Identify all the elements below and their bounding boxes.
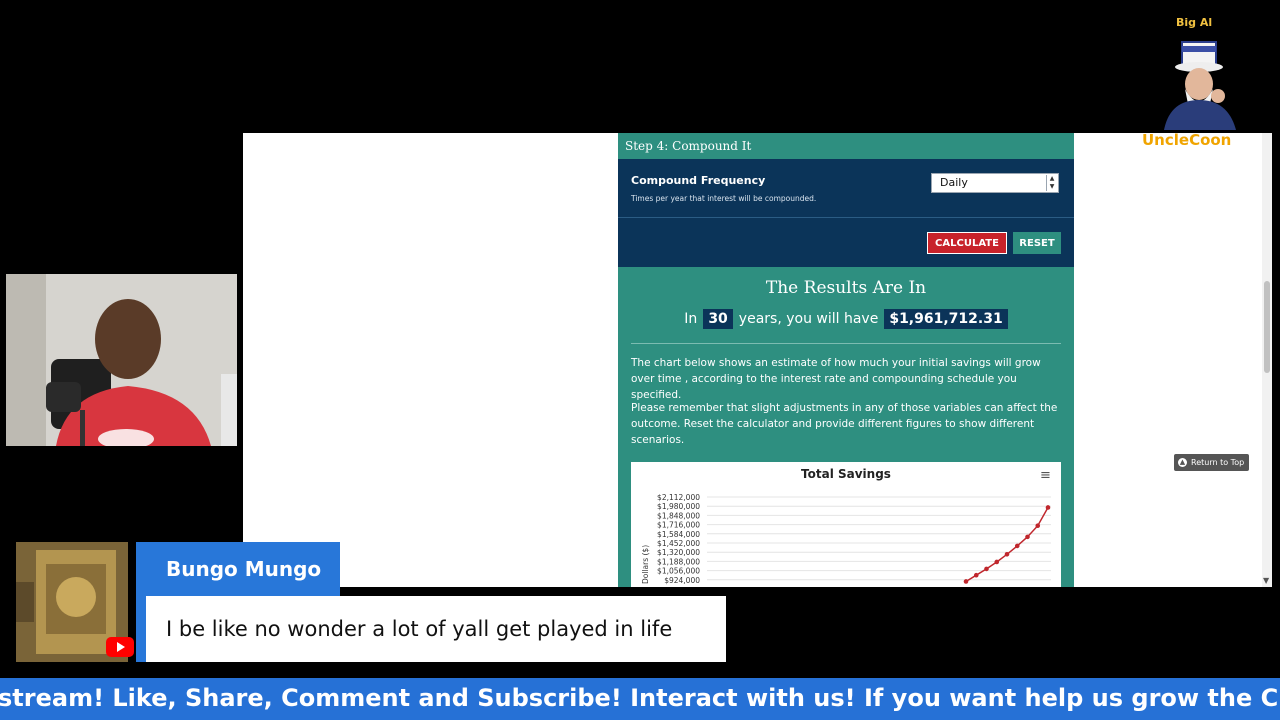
results-prefix: In <box>684 311 698 327</box>
arrow-up-icon: ▲ <box>1178 458 1187 467</box>
chart-y-tick-label: $924,000 <box>664 576 700 585</box>
frequency-selected-value: Daily <box>940 176 968 189</box>
return-to-top-button[interactable]: ▲ Return to Top <box>1174 454 1249 471</box>
chart-y-tick-label: $1,716,000 <box>657 521 700 530</box>
calculate-button[interactable]: CALCULATE <box>927 232 1007 254</box>
results-divider <box>631 343 1061 344</box>
results-paragraph-1: The chart below shows an estimate of how… <box>631 357 1041 401</box>
chart-point[interactable] <box>1035 523 1041 529</box>
streamer-video-frame <box>6 274 237 446</box>
frequency-row: Compound Frequency Times per year that i… <box>618 159 1074 218</box>
select-arrows-icon: ▲ ▼ <box>1046 175 1057 191</box>
ticker-bar: stream! Like, Share, Comment and Subscri… <box>0 678 1280 720</box>
results-middle: years, you will have <box>738 311 879 327</box>
uncle-sam-logo <box>1164 41 1236 130</box>
results-years: 30 <box>703 309 733 329</box>
chart-y-tick-label: $1,056,000 <box>657 567 700 576</box>
chat-message: I be like no wonder a lot of yall get pl… <box>146 596 726 662</box>
chart-y-axis-label: Dollars ($) <box>641 545 650 584</box>
results-summary: In 30 years, you will have $1,961,712.31 <box>618 309 1074 329</box>
chart-y-tick-label: $1,188,000 <box>657 557 700 566</box>
chart-point[interactable] <box>994 559 1000 565</box>
frequency-help: Times per year that interest will be com… <box>631 194 817 203</box>
results-paragraph-2: Please remember that slight adjustments … <box>631 402 1058 446</box>
chat-accent-bar <box>136 596 146 662</box>
chart-point[interactable] <box>1045 505 1051 510</box>
frequency-select[interactable]: Daily ▲ ▼ <box>931 173 1059 193</box>
chart-point[interactable] <box>973 572 979 578</box>
results-amount: $1,961,712.31 <box>884 309 1008 329</box>
chart-point[interactable] <box>984 566 989 572</box>
results-title: The Results Are In <box>765 278 927 298</box>
chart-title: Total Savings <box>801 467 891 481</box>
reset-button[interactable]: RESET <box>1013 232 1061 254</box>
ticker-text: stream! Like, Share, Comment and Subscri… <box>0 684 1280 712</box>
scrollbar-thumb[interactable] <box>1264 281 1270 373</box>
webcam-feed <box>6 274 237 446</box>
chart-y-tick-label: $1,980,000 <box>657 502 700 511</box>
action-row: CALCULATE RESET <box>618 218 1074 267</box>
total-savings-chart: $2,112,000 $1,980,000 $1,848,000 $1,716,000… <box>631 462 1061 587</box>
frequency-label: Compound Frequency <box>631 174 766 187</box>
chart-y-tick-label: $1,848,000 <box>657 511 700 520</box>
chart-y-tick-label: $2,112,000 <box>657 493 700 502</box>
youtube-icon <box>106 637 134 657</box>
return-to-top-label: Return to Top <box>1191 458 1245 467</box>
hamburger-menu-icon[interactable]: ≡ <box>1040 468 1051 483</box>
browser-viewport: Step 4: Compound It Compound Frequency T… <box>243 133 1272 587</box>
chart-point[interactable] <box>1025 534 1030 540</box>
scroll-down-arrow-icon[interactable]: ▼ <box>1263 576 1269 585</box>
chart-y-tick-label: $1,320,000 <box>657 548 700 557</box>
step-header: Step 4: Compound It <box>618 133 1074 159</box>
logo-name: Big Al <box>1176 16 1213 29</box>
chart-point[interactable] <box>963 579 969 584</box>
chart-y-tick-label: $1,584,000 <box>657 530 700 539</box>
chart-point[interactable] <box>1004 551 1010 557</box>
chart-y-tick-label: $1,452,000 <box>657 539 700 548</box>
chart-point[interactable] <box>1014 543 1020 549</box>
logo-brand: UncleCoon <box>1142 131 1232 149</box>
compound-calculator: Step 4: Compound It Compound Frequency T… <box>618 133 1074 587</box>
page-scrollbar[interactable]: ▼ <box>1262 133 1272 587</box>
chat-author: Bungo Mungo <box>136 542 340 596</box>
